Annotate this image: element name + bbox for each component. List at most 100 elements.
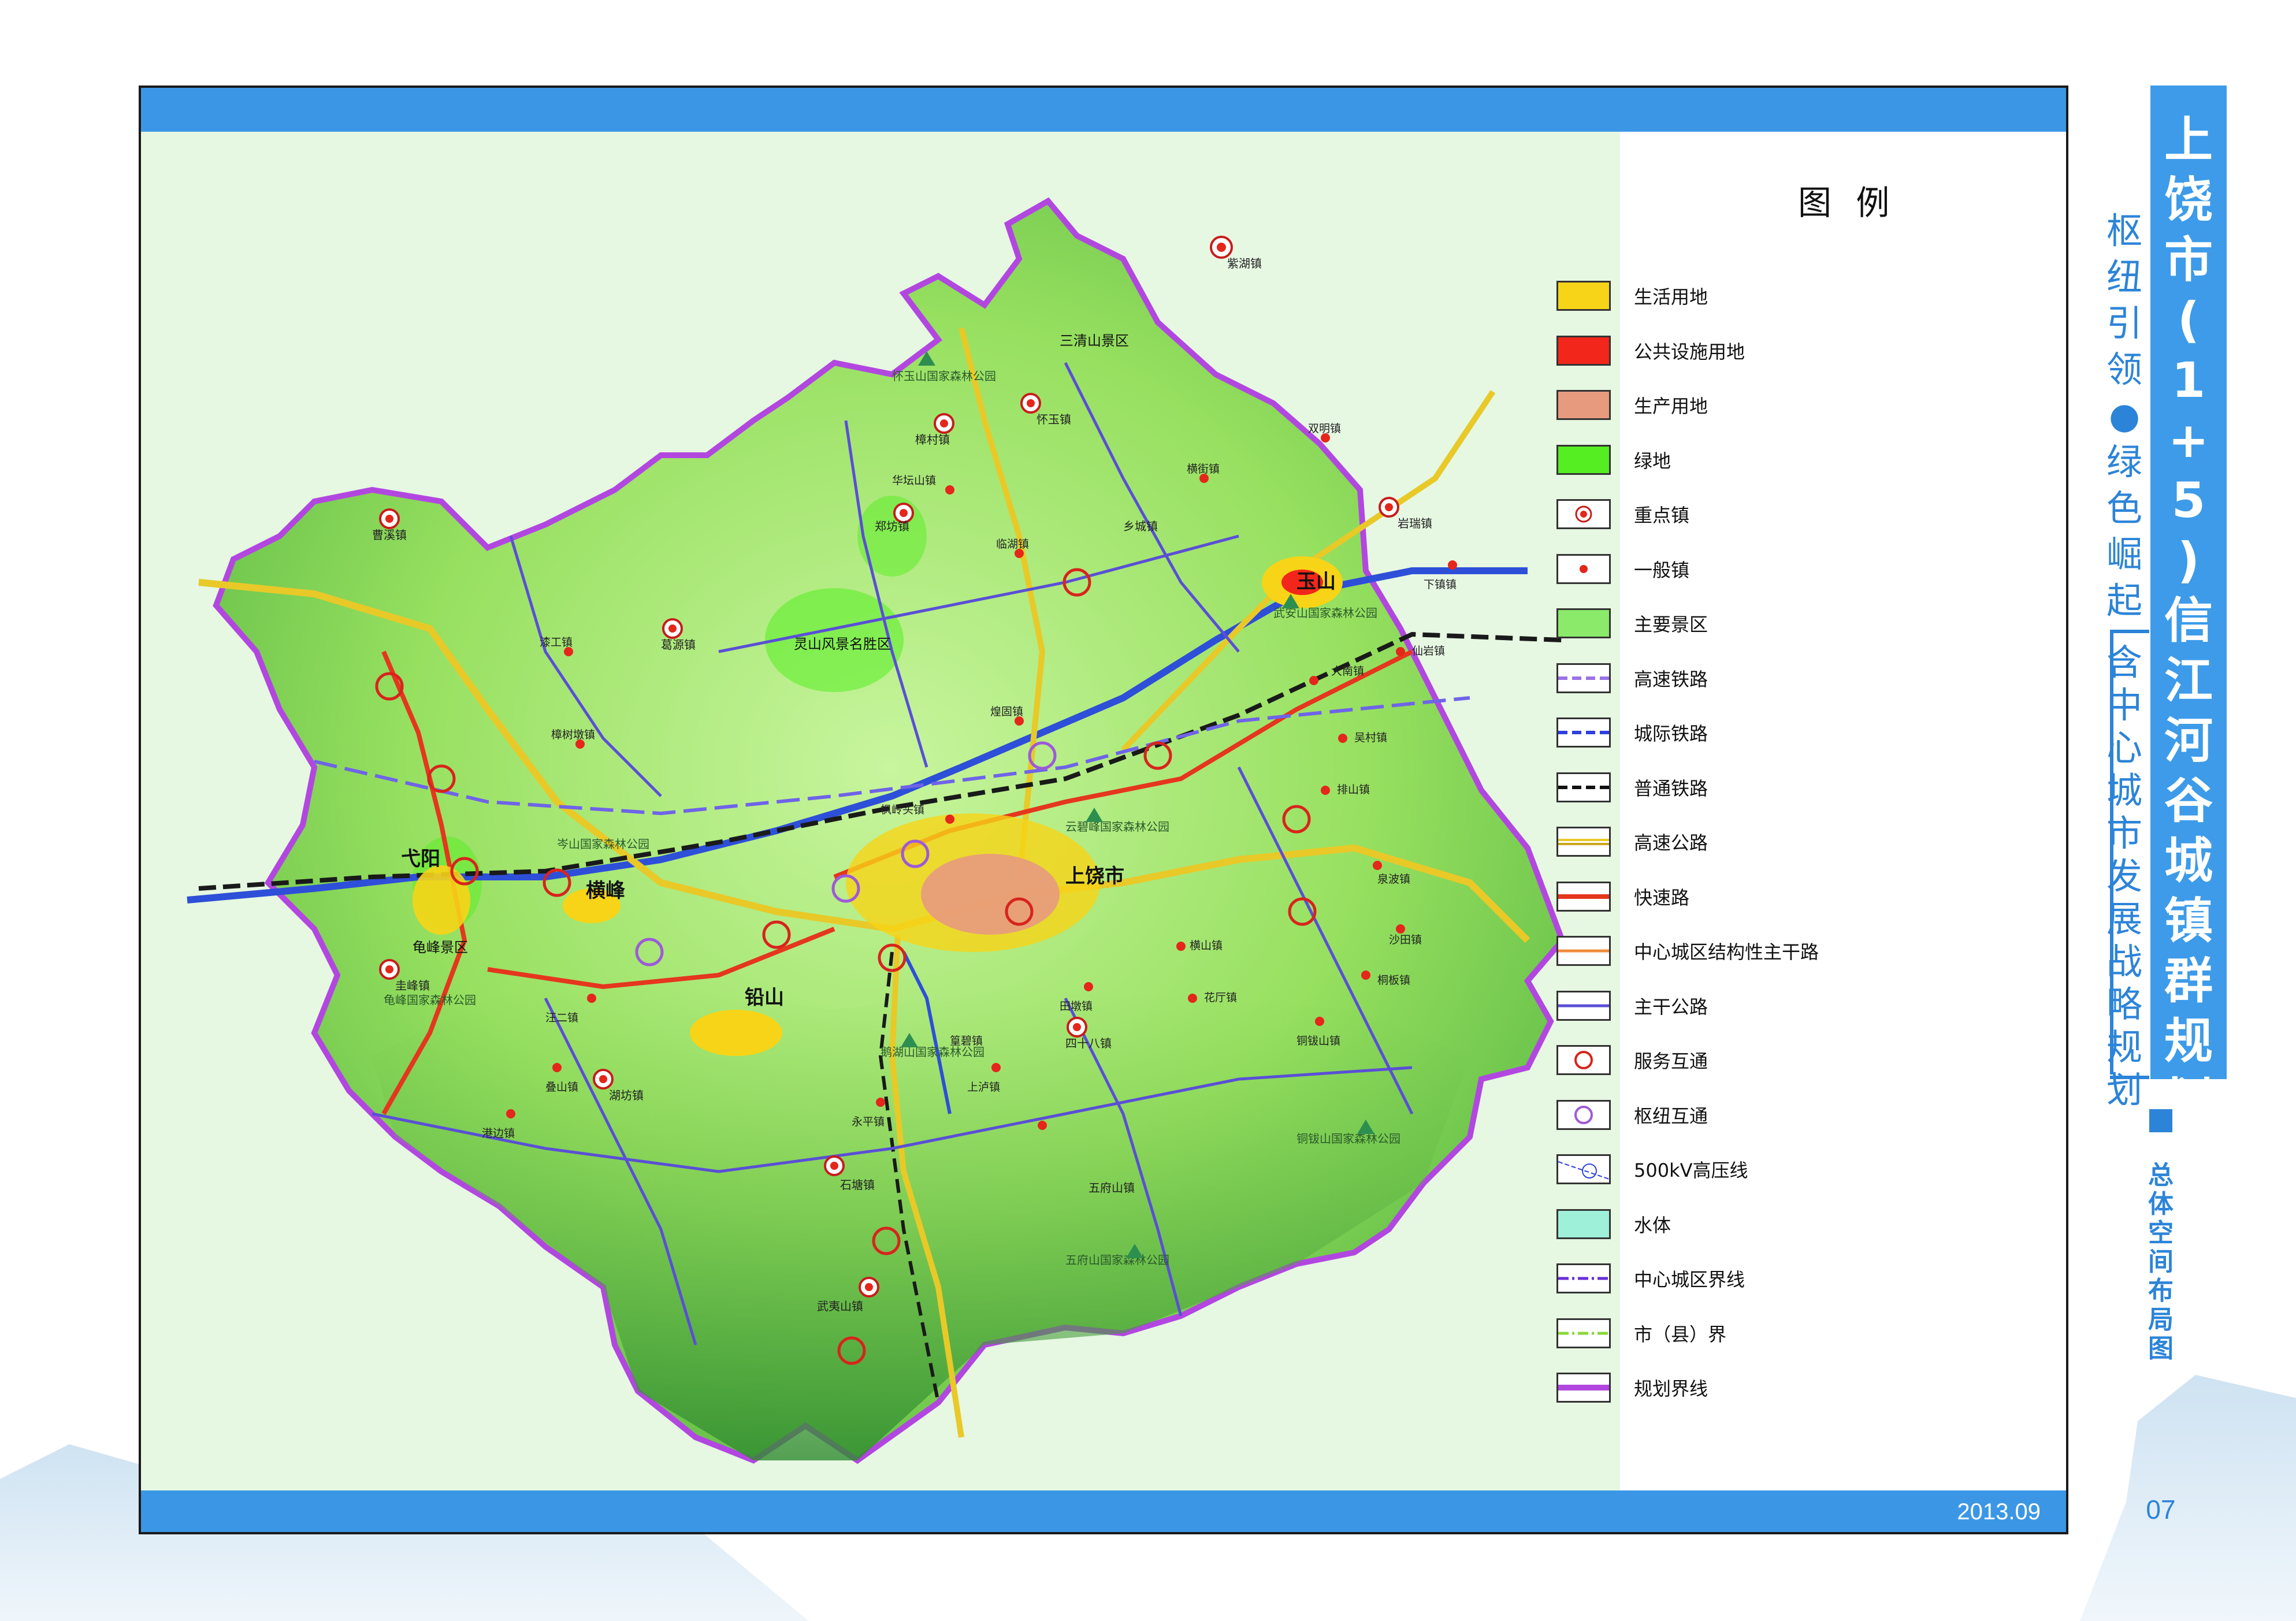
subtitle2-char: 战: [2106, 940, 2142, 983]
legend-label: 重点镇: [1634, 504, 1690, 526]
key-town-label: 湖坊镇: [609, 1088, 644, 1102]
legend-label: 快速路: [1634, 886, 1690, 909]
subtitle-bracket-top: [2110, 630, 2149, 633]
town-label: 泉波镇: [1377, 873, 1410, 886]
legend-item: 生活用地: [1556, 278, 1708, 313]
town-label: 叠山镇: [545, 1081, 578, 1094]
legend-swatch-icon: [1556, 1099, 1611, 1130]
town-label: 大南镇: [1331, 665, 1364, 678]
key-town-label: 岩瑞镇: [1398, 516, 1432, 530]
town-label: 横山镇: [1190, 939, 1223, 952]
town-label: 上泸镇: [967, 1081, 1000, 1094]
title_main-char: 镇: [2164, 893, 2213, 949]
title_main-char: 饶: [2164, 172, 2213, 228]
scenic-label-lingshan: 灵山风景名胜区: [794, 636, 891, 652]
slogan-subtitle: 枢纽引领 ● 绿色崛起: [2098, 208, 2150, 624]
legend-item: 重点镇: [1556, 497, 1689, 531]
town-label: 漆工镇: [540, 636, 573, 649]
town-label: 汪二镇: [545, 1012, 578, 1024]
forest-park-wufushan: 五府山国家森林公园: [1065, 1253, 1169, 1267]
town-label: 煌固镇: [990, 705, 1023, 718]
legend-item: 服务互通: [1556, 1043, 1708, 1077]
legend-item: 普通铁路: [1556, 770, 1708, 805]
legend-item: 500kV高压线: [1556, 1152, 1748, 1187]
title_main-char: 1: [2171, 352, 2206, 408]
legend-swatch-icon: [1556, 827, 1611, 857]
town-label: 桐板镇: [1377, 974, 1410, 987]
town-label: 铜钹山镇: [1296, 1035, 1340, 1047]
legend-label: 主要景区: [1634, 614, 1708, 635]
legend-swatch-icon: [1556, 1318, 1611, 1348]
legend-swatch-icon: [1556, 553, 1611, 584]
subtitle1-char: 领: [2106, 348, 2142, 391]
forest-park-censhan: 岑山国家森林公园: [557, 837, 649, 851]
title_main-char: 河: [2164, 712, 2213, 769]
legend-swatch-icon: [1556, 717, 1611, 748]
legend-swatch-icon: [1556, 1045, 1611, 1075]
subtitle2-char: 略: [2106, 983, 2142, 1025]
key-town-label: 怀玉镇: [1036, 412, 1071, 426]
title_main-char: 谷: [2164, 772, 2213, 829]
subtitle2-char: 发: [2106, 855, 2142, 897]
subtitle1-char: ●: [2108, 395, 2141, 437]
sheet-name: 总体空间布局图: [2138, 1161, 2184, 1363]
key-town-label: 五府山镇: [1088, 1181, 1135, 1195]
legend-swatch-icon: [1556, 335, 1611, 366]
town-label: 沙田镇: [1389, 934, 1422, 946]
sheet_name-char: 图: [2148, 1334, 2174, 1363]
legend-swatch-icon: [1556, 1209, 1611, 1239]
square-marker-icon: [2149, 1109, 2172, 1132]
subtitle1-char: 引: [2106, 302, 2142, 344]
town-label: 吴村镇: [1354, 731, 1387, 744]
town-label: 篁碧镇: [950, 1035, 983, 1047]
sheet_name-char: 体: [2148, 1189, 2174, 1219]
scenic-label-guifeng: 龟峰景区: [413, 939, 468, 956]
legend-swatch-icon: [1556, 608, 1611, 638]
legend-label: 服务互通: [1634, 1050, 1708, 1072]
legend-swatch-icon: [1556, 936, 1611, 966]
legend-item: 市（县）界: [1556, 1316, 1726, 1351]
title_main-char: 上: [2164, 111, 2213, 168]
title_main-char: 江: [2164, 652, 2213, 709]
key-town-label: 曹溪镇: [372, 528, 407, 542]
title_main-char: (: [2177, 292, 2200, 348]
legend-item: 绿地: [1556, 443, 1671, 477]
legend-label: 主干公路: [1634, 995, 1708, 1018]
legend-label: 生产用地: [1634, 395, 1708, 417]
regional-map: 上饶市 玉山 铅山 弋阳 横峰 三清山景区 灵山风景名胜区 龟峰景区 怀玉山国家…: [141, 132, 1620, 1495]
title_main-char: ): [2177, 532, 2200, 589]
sheet_name-char: 局: [2148, 1305, 2174, 1334]
town-label: 田墩镇: [1060, 1000, 1093, 1013]
legend-item: 一般镇: [1556, 552, 1689, 586]
legend-label: 生活用地: [1634, 286, 1708, 308]
key-town-label: 四十八镇: [1065, 1036, 1112, 1050]
town-label: 排山镇: [1337, 783, 1370, 796]
legend-swatch-icon: [1556, 444, 1611, 475]
town-label: 下镇镇: [1424, 578, 1457, 591]
key-town-label: 郑坊镇: [875, 519, 909, 533]
subtitle2-char: 中: [2106, 684, 2142, 726]
city-label-hengfeng: 横峰: [586, 879, 625, 902]
legend-label: 绿地: [1634, 449, 1671, 472]
legend-swatch-icon: [1556, 1154, 1611, 1184]
subtitle2-char: 市: [2106, 812, 2142, 854]
town-label: 横街镇: [1187, 463, 1220, 475]
subtitle1-char: 纽: [2106, 256, 2142, 298]
town-label: 临湖镇: [996, 538, 1029, 551]
forest-park-tongboshan: 铜钹山国家森林公园: [1296, 1132, 1400, 1146]
legend-label: 规划界线: [1634, 1378, 1708, 1400]
key-town-label: 樟村镇: [915, 433, 950, 447]
subtitle2-char: 划: [2106, 1069, 2142, 1111]
town-label: 樟树墩镇: [551, 728, 595, 741]
town-label: 双明镇: [1308, 422, 1341, 435]
legend-item: 枢纽互通: [1556, 1098, 1708, 1132]
legend-label: 城际铁路: [1634, 723, 1708, 745]
legend-label: 一般镇: [1634, 559, 1690, 581]
legend-label: 普通铁路: [1634, 777, 1708, 800]
legend-label: 市（县）界: [1634, 1323, 1727, 1345]
city-label-qianshan: 铅山: [745, 986, 784, 1009]
key-town-label: 石塘镇: [840, 1178, 875, 1192]
legend-item: 主要景区: [1556, 606, 1708, 641]
legend-item: 快速路: [1556, 879, 1689, 914]
legend-swatch-icon: [1556, 499, 1611, 529]
